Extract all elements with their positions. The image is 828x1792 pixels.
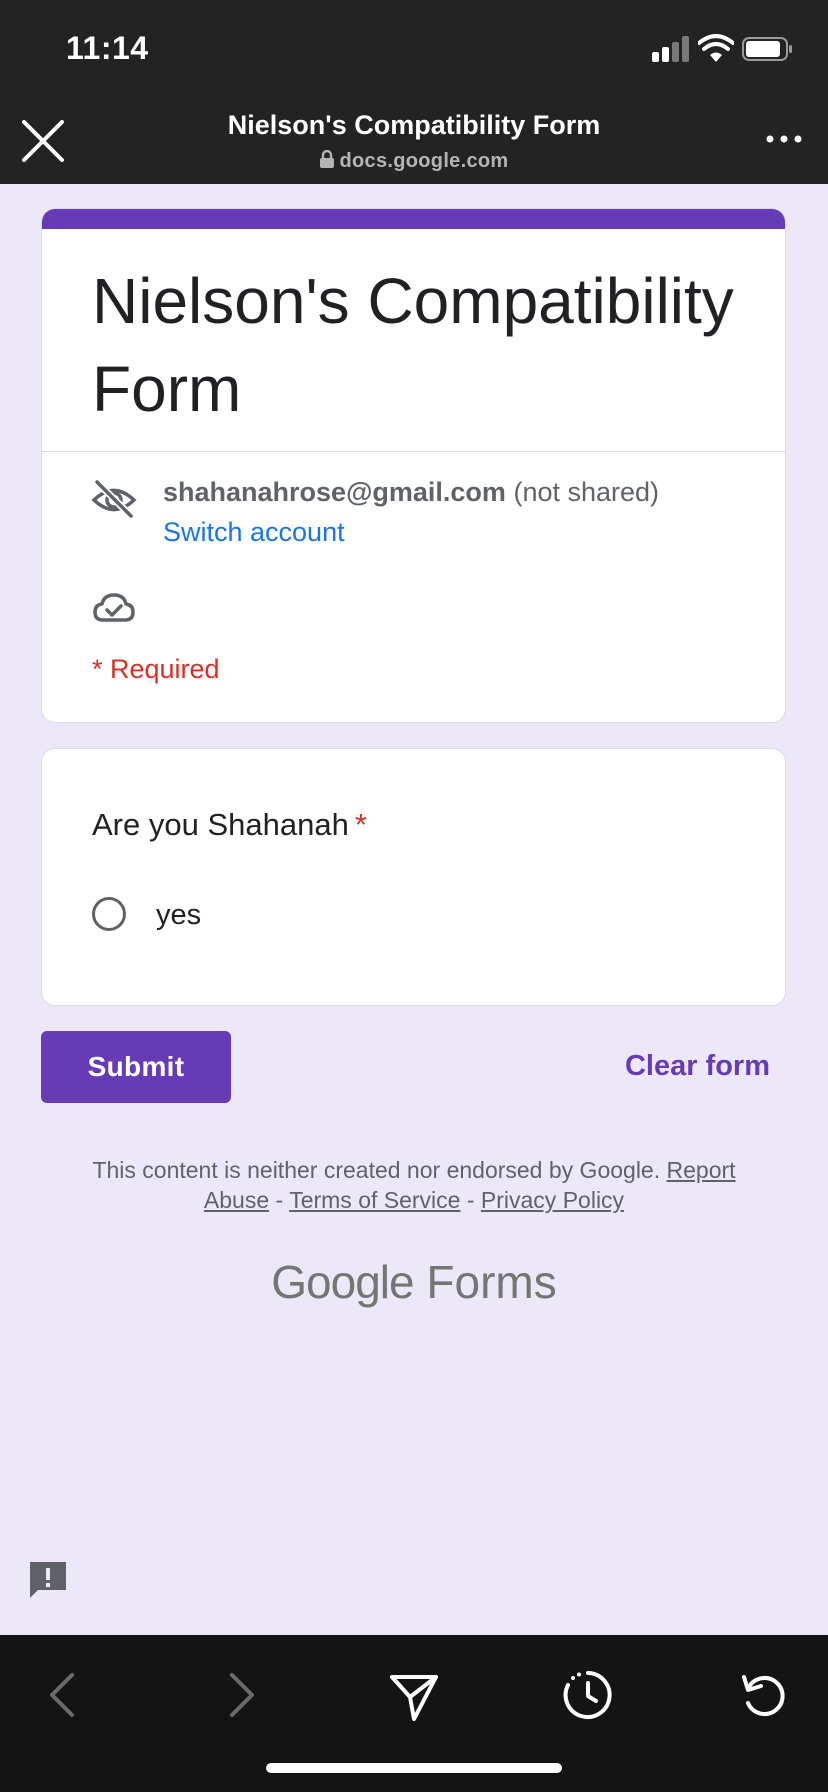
eye-off-icon: [91, 479, 137, 519]
url-text: docs.google.com: [339, 150, 509, 172]
logo-forms: Forms: [426, 1256, 557, 1308]
required-asterisk: *: [354, 807, 367, 842]
divider: [42, 451, 785, 452]
clear-form-button[interactable]: Clear form: [600, 1050, 770, 1083]
forward-icon[interactable]: [210, 1665, 270, 1725]
page-url: docs.google.com: [120, 150, 708, 173]
cellular-signal-icon: [652, 36, 692, 62]
wifi-icon: [698, 34, 734, 62]
google-forms-logo[interactable]: Google Forms: [0, 1255, 828, 1309]
radio-option-yes[interactable]: [92, 897, 126, 931]
battery-icon: [742, 37, 792, 61]
feedback-icon[interactable]: [26, 1558, 70, 1602]
more-options-icon[interactable]: [764, 126, 804, 152]
account-email: shahanahrose@gmail.com: [163, 477, 506, 507]
back-icon[interactable]: [34, 1665, 94, 1725]
lock-icon: [319, 150, 334, 168]
account-shared-note: (not shared): [513, 477, 660, 507]
form-header-card: Nielson's Compatibility Form shahanahros…: [41, 208, 786, 723]
submit-button[interactable]: Submit: [41, 1031, 231, 1103]
form-title: Nielson's Compatibility Form: [92, 265, 734, 425]
send-icon[interactable]: [384, 1665, 444, 1725]
header-accent-bar: [42, 209, 785, 229]
privacy-link[interactable]: Privacy Policy: [481, 1187, 624, 1213]
radio-option-label[interactable]: yes: [156, 899, 201, 932]
terms-link[interactable]: Terms of Service: [289, 1187, 460, 1213]
question-text: Are you Shahanah: [92, 807, 349, 842]
status-time: 11:14: [66, 30, 149, 66]
disclaimer-text: This content is neither created nor endo…: [92, 1157, 661, 1183]
history-icon[interactable]: [558, 1665, 618, 1725]
required-note: * Required: [92, 654, 220, 684]
separator: -: [275, 1187, 284, 1213]
switch-account-link[interactable]: Switch account: [163, 517, 345, 548]
question-card: Are you Shahanah * yes: [41, 748, 786, 1006]
reload-icon[interactable]: [734, 1665, 794, 1725]
question-title: Are you Shahanah *: [92, 807, 367, 843]
account-info: shahanahrose@gmail.com (not shared): [163, 477, 659, 508]
close-icon[interactable]: [20, 118, 66, 164]
logo-google: Google: [271, 1256, 414, 1308]
separator: -: [466, 1187, 475, 1213]
page-title: Nielson's Compatibility Form: [227, 110, 601, 140]
footer-disclaimer: This content is neither created nor endo…: [60, 1155, 768, 1215]
browser-top-bar: 11:14 Nielson's Compatibility Form docs.…: [0, 0, 828, 184]
home-indicator: [266, 1763, 562, 1773]
cloud-saved-icon: [93, 593, 135, 622]
